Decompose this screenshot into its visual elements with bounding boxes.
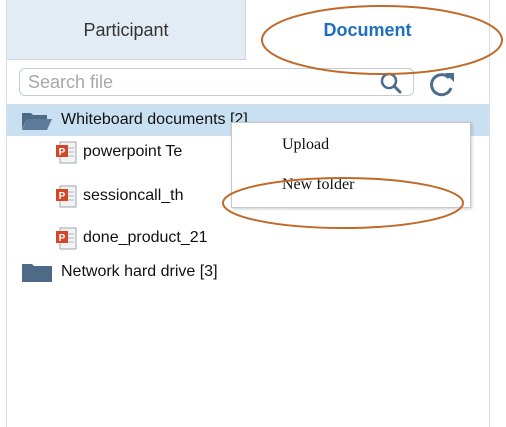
- folder-icon: [22, 264, 52, 282]
- tab-bar: Participant Document: [7, 0, 489, 60]
- powerpoint-icon: P: [56, 227, 77, 250]
- tab-document[interactable]: Document: [246, 0, 489, 60]
- folder-label: Network hard drive [3]: [61, 263, 218, 280]
- search-input[interactable]: [28, 71, 368, 93]
- powerpoint-icon: P: [56, 141, 77, 164]
- svg-text:P: P: [59, 191, 66, 202]
- folder-open-icon: [22, 113, 52, 130]
- file-label: powerpoint Te: [83, 143, 183, 160]
- powerpoint-icon: P: [56, 185, 77, 208]
- search-box[interactable]: [19, 68, 414, 96]
- tree-file-row[interactable]: P done_product_21: [7, 222, 489, 254]
- search-row: [7, 60, 489, 104]
- file-label: done_product_21: [83, 229, 208, 246]
- tab-participant[interactable]: Participant: [7, 0, 246, 60]
- search-icon[interactable]: [379, 71, 403, 95]
- menu-item-upload[interactable]: Upload: [232, 129, 470, 161]
- context-menu: Upload New folder: [231, 122, 471, 208]
- svg-text:P: P: [59, 147, 66, 158]
- file-label: sessioncall_th: [83, 187, 184, 204]
- svg-text:P: P: [59, 233, 66, 244]
- document-panel: Participant Document Whiteboard document…: [6, 0, 490, 427]
- refresh-icon[interactable]: [427, 70, 457, 98]
- tree-folder-network[interactable]: Network hard drive [3]: [7, 256, 489, 288]
- folder-label: Whiteboard documents [2]: [61, 111, 248, 128]
- menu-item-new-folder[interactable]: New folder: [232, 169, 470, 201]
